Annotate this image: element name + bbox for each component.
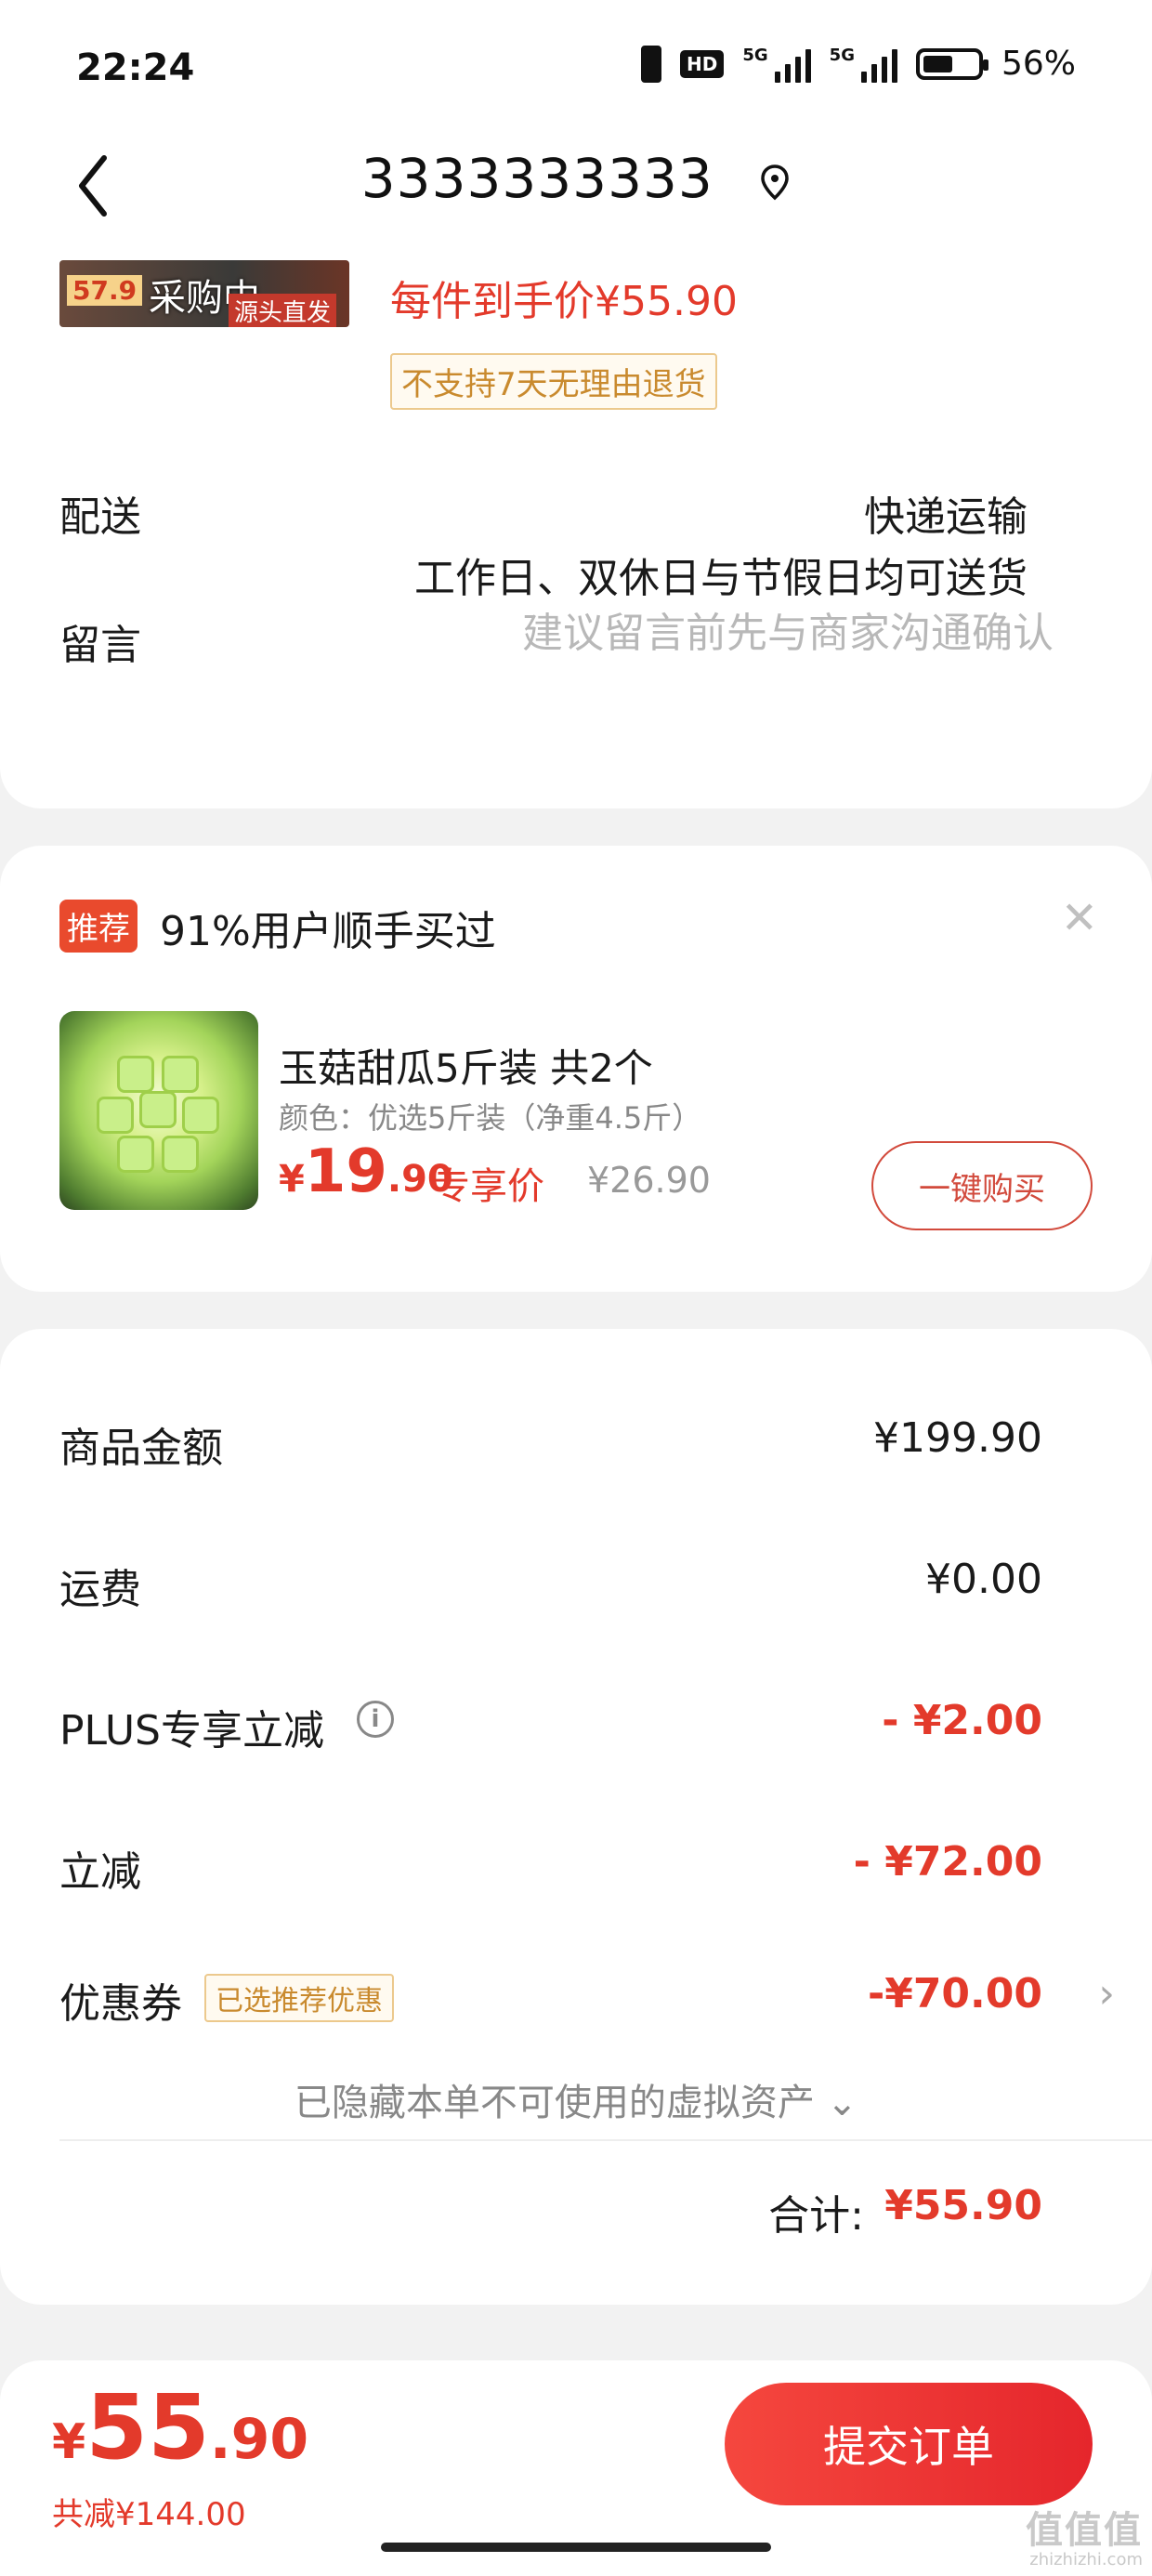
summary-value-plus: - ¥2.00 — [882, 1697, 1042, 1744]
checkout-saved: 共减¥144.00 — [52, 2496, 246, 2533]
recommend-product-name[interactable]: 玉菇甜瓜5斤装 共2个 — [279, 1037, 653, 1094]
recommend-product-spec: 颜色：优选5斤装（净重4.5斤） — [279, 1100, 702, 1136]
delivery-method[interactable]: 快递运输 — [864, 483, 1028, 543]
chevron-right-icon[interactable]: › — [1098, 1970, 1115, 2017]
summary-value-discount: - ¥72.00 — [853, 1838, 1042, 1886]
page-header: 3333333333 — [0, 130, 1152, 242]
hd-badge: HD — [680, 49, 725, 78]
recommend-price: ¥19.90 — [279, 1137, 453, 1206]
unit-price: 每件到手价¥55.90 — [390, 278, 738, 325]
hidden-assets-toggle[interactable]: 已隐藏本单不可使用的虚拟资产 ⌄ — [0, 2072, 1152, 2126]
chevron-down-icon: ⌄ — [826, 2082, 858, 2124]
status-time: 22:24 — [76, 46, 195, 89]
page-title: 3333333333 — [0, 147, 1152, 210]
battery-icon — [915, 47, 988, 80]
order-item-card: 57.9 采购中 源头直发 每件到手价¥55.90 不支持7天无理由退货 配送 … — [0, 232, 1152, 808]
recommend-original-price: ¥26.90 — [587, 1160, 711, 1201]
signal-2-icon: 5G — [830, 46, 897, 83]
location-pin-icon[interactable] — [759, 164, 791, 201]
return-policy-badge: 不支持7天无理由退货 — [390, 353, 717, 410]
order-summary-card: 商品金额 ¥199.90 运费 ¥0.00 PLUS专享立减 i - ¥2.00… — [0, 1329, 1152, 2305]
status-icons: HD 5G 5G 56% — [641, 45, 1076, 83]
status-bar: 22:24 HD 5G 5G 56% — [0, 0, 1152, 130]
recommend-text: 91%用户顺手买过 — [160, 908, 496, 955]
recommend-price-label: 专享价 — [433, 1165, 544, 1208]
total-value: ¥55.90 — [884, 2182, 1042, 2229]
vibrate-icon — [641, 45, 662, 83]
summary-label-coupon[interactable]: 优惠券 — [59, 1970, 182, 2030]
thumbnail-source: 源头直发 — [228, 294, 336, 327]
submit-order-button[interactable]: 提交订单 — [725, 2383, 1093, 2505]
divider — [59, 2139, 1152, 2141]
summary-label-shipping: 运费 — [59, 1566, 141, 1613]
summary-label-discount: 立减 — [59, 1848, 141, 1896]
one-click-buy-button[interactable]: 一键购买 — [871, 1141, 1093, 1230]
total-label: 合计: — [768, 2192, 864, 2240]
signal-1-icon: 5G — [742, 46, 811, 83]
home-indicator[interactable] — [381, 2543, 771, 2552]
melon-product-image[interactable] — [59, 1011, 258, 1210]
recommendation-card: 推荐 91%用户顺手买过 ✕ 玉菇甜瓜5斤装 共2个 颜色：优选5斤装（净重4.… — [0, 846, 1152, 1292]
delivery-label: 配送 — [59, 493, 141, 541]
summary-value-goods: ¥199.90 — [873, 1414, 1042, 1462]
summary-label-goods: 商品金额 — [59, 1425, 223, 1472]
delivery-note: 工作日、双休日与节假日均可送货 — [414, 555, 1028, 602]
summary-value-shipping: ¥0.00 — [925, 1556, 1042, 1603]
close-icon[interactable]: ✕ — [1061, 892, 1098, 944]
thumbnail-price: 57.9 — [67, 275, 143, 306]
summary-label-plus: PLUS专享立减 — [59, 1707, 324, 1755]
coupon-tag: 已选推荐优惠 — [204, 1974, 394, 2022]
battery-percent: 56% — [1001, 45, 1076, 83]
summary-value-coupon[interactable]: -¥70.00 — [868, 1970, 1042, 2017]
watermark-logo: 值值值 — [1026, 2509, 1143, 2552]
message-label: 留言 — [59, 622, 141, 669]
checkout-price: ¥55.90 — [52, 2375, 309, 2479]
product-thumbnail[interactable]: 57.9 采购中 源头直发 — [59, 260, 349, 327]
info-icon[interactable]: i — [357, 1701, 394, 1738]
message-input[interactable] — [403, 600, 1054, 665]
recommend-badge: 推荐 — [59, 900, 137, 953]
watermark-url: zhizhizhi.com — [1029, 2550, 1143, 2569]
